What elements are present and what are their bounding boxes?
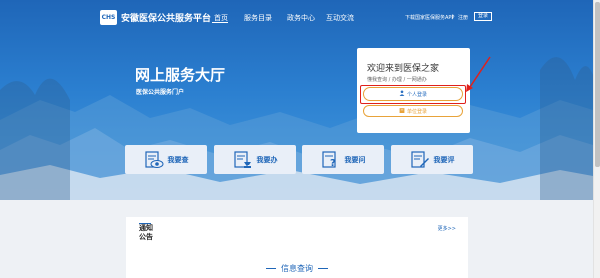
edit-document-icon <box>410 150 429 168</box>
info-query-label: 信息查询 <box>281 264 313 273</box>
notice-more-link[interactable]: 更多>> <box>438 225 456 232</box>
service-ask-label: 我要问 <box>344 155 366 164</box>
service-handle-button[interactable]: 我要办 <box>214 145 296 174</box>
svg-text:?: ? <box>330 158 336 169</box>
notice-title-line2: 公告 <box>139 233 153 241</box>
notice-panel: 通知 公告 更多>> 信息查询 <box>126 217 468 278</box>
service-query-button[interactable]: 我要查 <box>125 145 207 174</box>
question-document-icon: ? <box>321 150 336 169</box>
notice-title: 通知 公告 <box>139 224 153 242</box>
service-query-label: 我要查 <box>167 155 189 164</box>
heading-dash-left <box>266 268 276 269</box>
service-ask-button[interactable]: ? 我要问 <box>302 145 384 174</box>
stamp-document-icon <box>233 150 251 168</box>
service-handle-label: 我要办 <box>256 155 278 164</box>
service-rate-button[interactable]: 我要评 <box>391 145 473 174</box>
notice-title-line1: 通知 <box>139 224 153 232</box>
info-query-heading: 信息查询 <box>126 263 468 274</box>
service-rate-label: 我要评 <box>433 155 455 164</box>
eye-document-icon <box>144 150 163 168</box>
heading-dash-right <box>318 268 328 269</box>
